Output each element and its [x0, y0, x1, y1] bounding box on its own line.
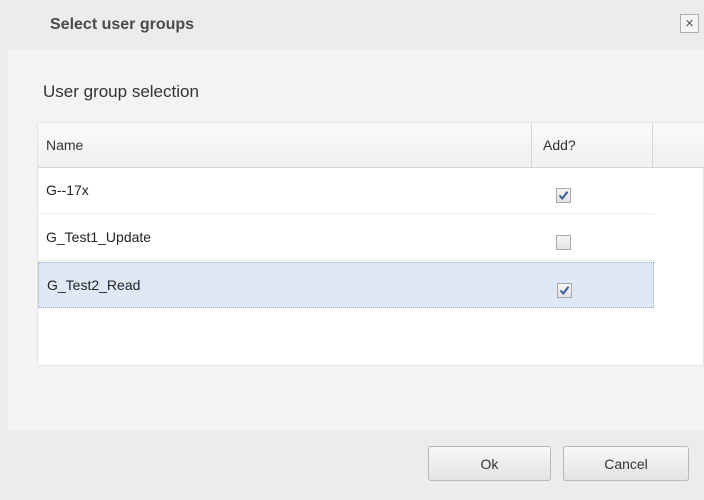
add-checkbox[interactable] [556, 235, 571, 250]
row-name: G_Test1_Update [46, 229, 152, 245]
grid-row-0[interactable]: G--17x [38, 168, 654, 214]
cancel-button[interactable]: Cancel [563, 446, 689, 481]
close-icon: × [685, 15, 694, 32]
close-button[interactable]: × [680, 14, 699, 33]
dialog-titlebar: Select user groups × [0, 0, 704, 50]
grid-row-2[interactable]: G_Test2_Read [38, 262, 654, 308]
grid-row-1[interactable]: G_Test1_Update [38, 215, 654, 261]
select-user-groups-dialog: Select user groups × User group selectio… [0, 0, 704, 500]
add-checkbox[interactable] [557, 283, 572, 298]
column-header-name[interactable]: Name [38, 123, 532, 168]
ok-button[interactable]: Ok [428, 446, 551, 481]
checkmark-icon [558, 191, 569, 201]
column-header-add[interactable]: Add? [532, 123, 653, 168]
dialog-title: Select user groups [50, 16, 195, 33]
add-checkbox[interactable] [556, 188, 571, 203]
user-group-grid: Name Add? G--17x G_Test1_Update G_Test2_… [37, 122, 704, 366]
checkmark-icon [559, 286, 570, 296]
row-name: G_Test2_Read [47, 277, 141, 293]
grid-header: Name Add? [38, 123, 704, 168]
row-name: G--17x [46, 182, 89, 198]
section-heading: User group selection [43, 82, 199, 101]
dialog-content: User group selection Name Add? G--17x G_… [8, 50, 704, 430]
dialog-footer: Ok Cancel [0, 430, 704, 500]
